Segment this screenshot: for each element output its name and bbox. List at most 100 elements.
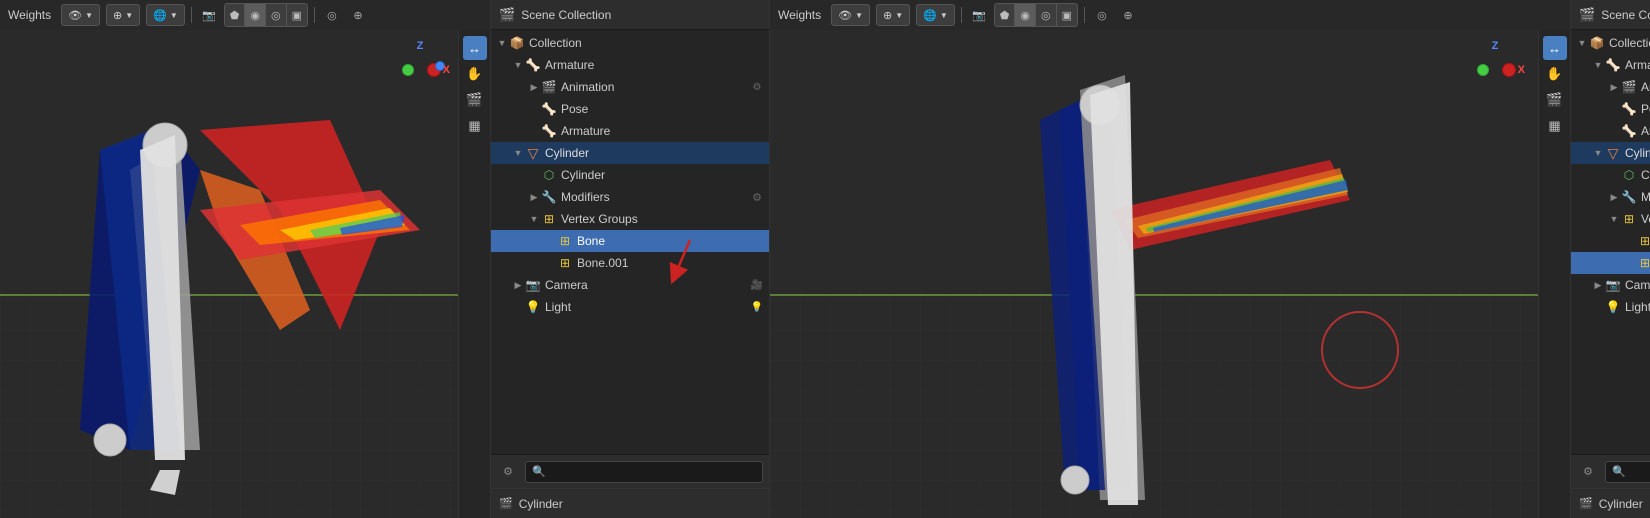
right-collection-arrow[interactable] [1575, 36, 1589, 50]
right-tree-armature-obj[interactable]: 🦴 Armature [1571, 120, 1650, 142]
right-tree-light[interactable]: 💡 Light 💡 [1571, 296, 1650, 318]
tree-item-cylinder-mesh[interactable]: ⬡ Cylinder [491, 164, 769, 186]
left-viewport-gizmo: Z X [390, 40, 450, 100]
cylinder-mesh-label: Cylinder [561, 168, 765, 182]
vertex-groups-arrow[interactable] [527, 212, 541, 226]
move-tool-btn[interactable]: ↔ [463, 36, 487, 60]
right-cylinder-mesh-label: Cylinder [1641, 168, 1650, 182]
modifiers-settings-icon[interactable]: ⚙ [749, 189, 765, 205]
camera-arrow[interactable] [511, 278, 525, 292]
right-tree-cylinder-mesh[interactable]: ⬡ Cylinder [1571, 164, 1650, 186]
tree-item-cylinder-group[interactable]: ▽ Cylinder [491, 142, 769, 164]
right-tree-animation[interactable]: 🎬 Animation ⚙ [1571, 76, 1650, 98]
right-vg-arrow[interactable] [1607, 212, 1621, 226]
mid-gizmo-y [1477, 64, 1489, 76]
mid-snapping-dropdown[interactable]: 🌐 ▼ [916, 4, 955, 26]
mid-move-btn[interactable]: ↔ [1543, 36, 1567, 60]
filter-btn-right[interactable]: ⚙ [1577, 461, 1599, 483]
armature-group-icon: 🦴 [525, 57, 541, 73]
collection-arrow[interactable] [495, 36, 509, 50]
tree-item-bone[interactable]: ⊞ Bone [491, 230, 769, 252]
camera-tool-btn[interactable]: 🎬 [463, 88, 487, 112]
tree-item-modifiers[interactable]: 🔧 Modifiers ⚙ [491, 186, 769, 208]
mid-render-btn[interactable]: 📷 [968, 4, 990, 26]
mid-cam-btn[interactable]: 🎬 [1543, 88, 1567, 112]
gizmo-toggle[interactable]: ⊕ [347, 4, 369, 26]
tree-item-collection[interactable]: 📦 Collection [491, 32, 769, 54]
material-shading-btn[interactable]: ◉ [244, 4, 265, 26]
header-separator1 [191, 7, 192, 23]
right-outliner-header: 🎬 Scene Collection [1571, 0, 1650, 30]
right-armature-arrow[interactable] [1591, 58, 1605, 72]
hand-tool-btn[interactable]: ✋ [463, 62, 487, 86]
wireframe-shading-btn[interactable]: ▣ [286, 4, 307, 26]
right-tree-modifiers[interactable]: 🔧 Modifiers ⚙ [1571, 186, 1650, 208]
right-status-label: Cylinder [1599, 497, 1643, 511]
grid-tool-btn[interactable]: ▦ [463, 114, 487, 138]
mid-shading-dropdown[interactable]: 👁 ▼ [831, 4, 870, 26]
left-viewport-title: Weights [8, 8, 51, 22]
mid-rendered-btn[interactable]: ◎ [1035, 4, 1056, 26]
mid-material-btn[interactable]: ◉ [1014, 4, 1035, 26]
bone001-icon: ⊞ [557, 255, 573, 271]
animation-right-icons: ⚙ [749, 79, 765, 95]
tree-item-vertex-groups[interactable]: ⊞ Vertex Groups [491, 208, 769, 230]
right-camera-arrow[interactable] [1591, 278, 1605, 292]
modifiers-right-icons: ⚙ [749, 189, 765, 205]
main-layout: Weights 👁 ▼ ⊕ ▼ 🌐 ▼ 📷 ⬟ ◉ [0, 0, 1650, 518]
tree-item-armature-obj[interactable]: 🦴 Armature [491, 120, 769, 142]
filter-btn-left[interactable]: ⚙ [497, 461, 519, 483]
right-cylinder-arrow[interactable] [1591, 146, 1605, 160]
mid-wireframe-btn[interactable]: ▣ [1056, 4, 1077, 26]
rendered-shading-btn[interactable]: ◎ [265, 4, 286, 26]
armature-arrow[interactable] [511, 58, 525, 72]
collection-icon: 📦 [509, 35, 525, 51]
tree-item-pose[interactable]: 🦴 Pose [491, 98, 769, 120]
mid-solid-btn[interactable]: ⬟ [995, 4, 1015, 26]
animation-settings-icon[interactable]: ⚙ [749, 79, 765, 95]
right-tree-cylinder-group[interactable]: ▽ Cylinder [1571, 142, 1650, 164]
tree-item-armature-group[interactable]: 🦴 Armature [491, 54, 769, 76]
tree-item-animation[interactable]: 🎬 Animation ⚙ [491, 76, 769, 98]
render-btn[interactable]: 📷 [198, 4, 220, 26]
right-animation-arrow[interactable] [1607, 80, 1621, 94]
light-settings-icon[interactable]: 💡 [749, 299, 765, 315]
right-collection-label: Collection [1609, 36, 1650, 50]
tree-item-bone001[interactable]: ⊞ Bone.001 [491, 252, 769, 274]
right-armature-label: Armature [1625, 58, 1650, 72]
right-tree-vertex-groups[interactable]: ⊞ Vertex Groups [1571, 208, 1650, 230]
cylinder-arrow[interactable] [511, 146, 525, 160]
right-tree-item-collection[interactable]: 📦 Collection [1571, 32, 1650, 54]
gizmo-y-dot [402, 64, 414, 76]
modifiers-arrow[interactable] [527, 190, 541, 204]
right-scene-icon: 🎬 [1579, 7, 1595, 23]
snapping-dropdown[interactable]: 🌐 ▼ [146, 4, 185, 26]
camera-vid-icon[interactable]: 🎥 [749, 277, 765, 293]
mid-overlay-btn[interactable]: ◎ [1091, 4, 1113, 26]
tree-item-camera[interactable]: 📷 Camera 🎥 [491, 274, 769, 296]
right-tree-pose[interactable]: 🦴 Pose [1571, 98, 1650, 120]
left-outliner-header: 🎬 Scene Collection [491, 0, 769, 30]
right-tree-bone[interactable]: ⊞ Bone [1571, 230, 1650, 252]
viewport-shading-dropdown[interactable]: 👁 ▼ [61, 4, 100, 26]
right-outliner-tree[interactable]: 📦 Collection 🦴 Armature 🎬 Animation ⚙ [1571, 30, 1650, 454]
eye-icon: 👁 [68, 9, 82, 22]
tree-item-light[interactable]: 💡 Light 💡 [491, 296, 769, 318]
mid-gizmo-btn[interactable]: ⊕ [1117, 4, 1139, 26]
left-outliner-tree[interactable]: 📦 Collection 🦴 Armature 🎬 Animation ⚙ [491, 30, 769, 454]
animation-arrow[interactable] [527, 80, 541, 94]
armature-obj-icon: 🦴 [541, 123, 557, 139]
right-tree-camera[interactable]: 📷 Camera 🎥 [1571, 274, 1650, 296]
right-tree-armature-group[interactable]: 🦴 Armature [1571, 54, 1650, 76]
mid-grid-btn[interactable]: ▦ [1543, 114, 1567, 138]
mid-pivot-dropdown[interactable]: ⊕ ▼ [876, 4, 910, 26]
right-tree-bone001[interactable]: ⊞ Bone.001 [1571, 252, 1650, 274]
search-box-right[interactable]: 🔍 [1605, 461, 1650, 483]
right-pose-icon: 🦴 [1621, 101, 1637, 117]
search-box-left[interactable]: 🔍 [525, 461, 763, 483]
transform-pivot-dropdown[interactable]: ⊕ ▼ [106, 4, 140, 26]
solid-shading-btn[interactable]: ⬟ [225, 4, 245, 26]
right-modifiers-arrow[interactable] [1607, 190, 1621, 204]
mid-hand-btn[interactable]: ✋ [1543, 62, 1567, 86]
overlay-toggle[interactable]: ◎ [321, 4, 343, 26]
